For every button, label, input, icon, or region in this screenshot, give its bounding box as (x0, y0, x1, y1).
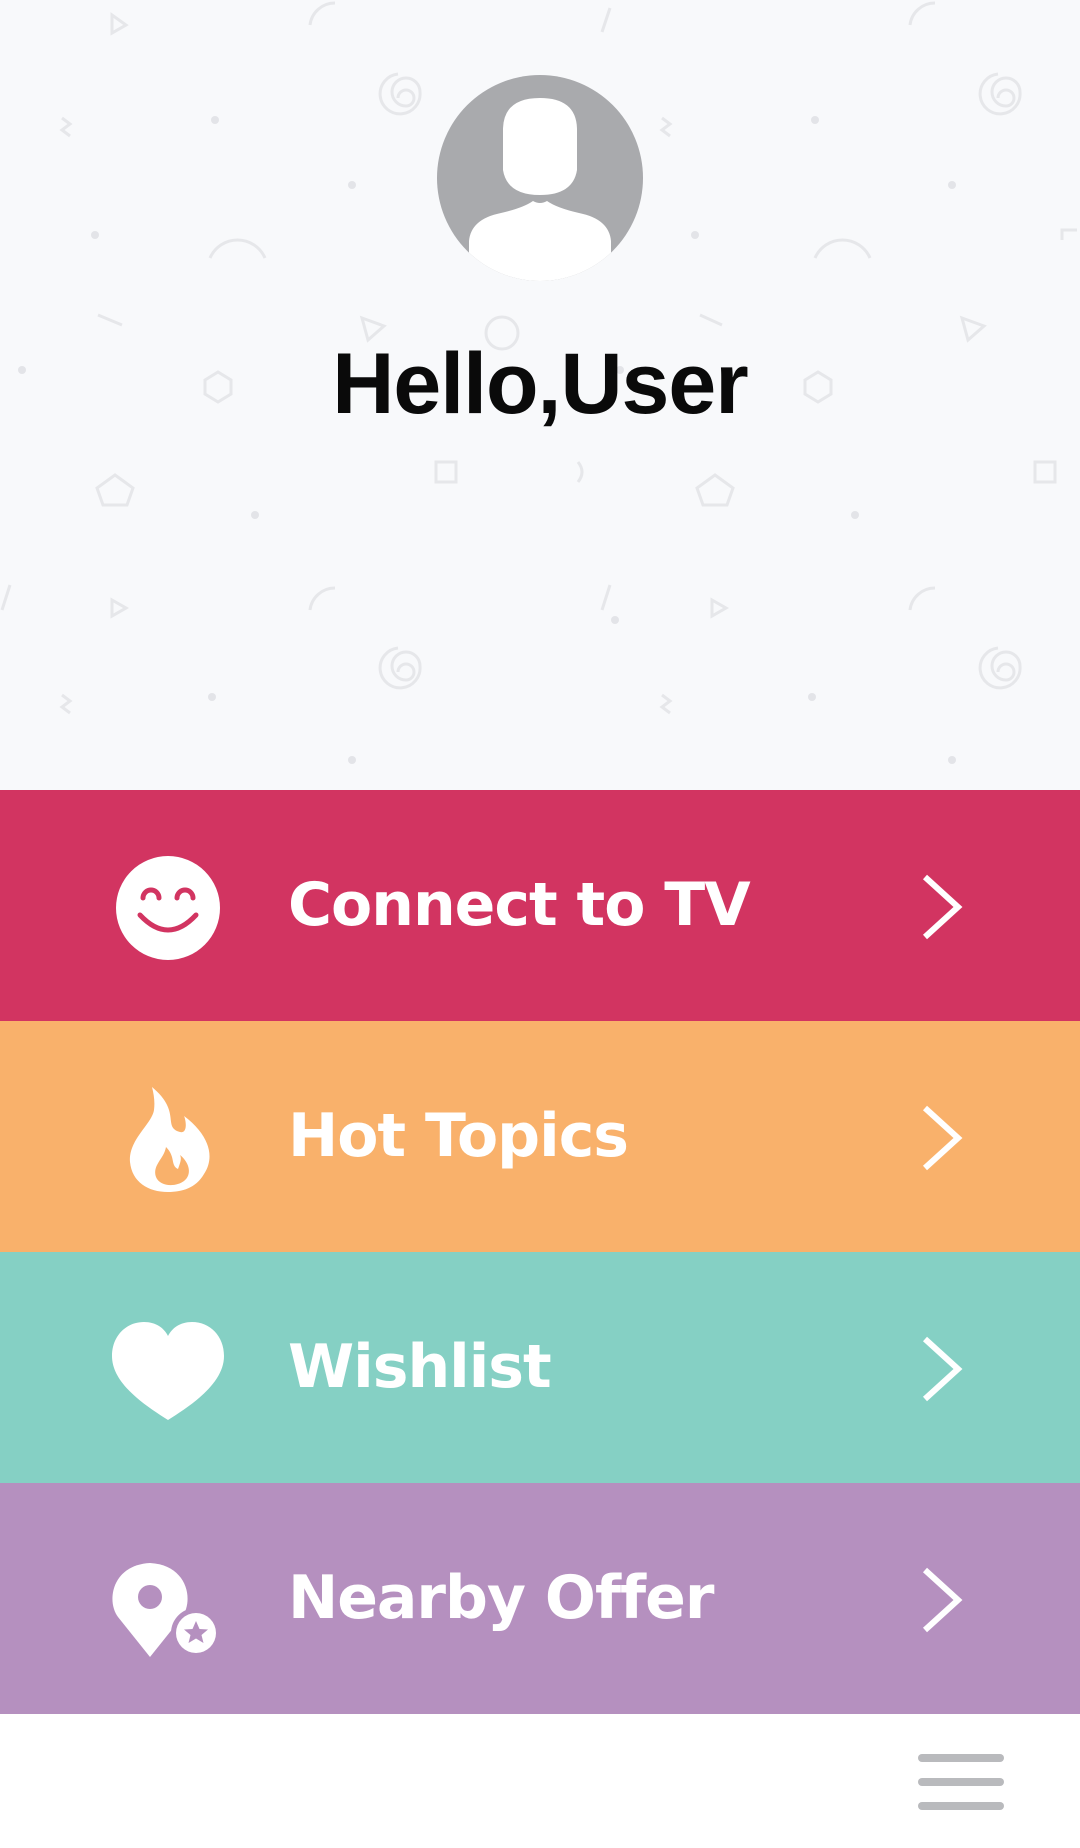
chevron-right-icon[interactable] (915, 872, 971, 942)
heart-icon (112, 1322, 224, 1420)
chevron-right-icon[interactable] (915, 1334, 971, 1404)
chevron-right-icon[interactable] (915, 1103, 971, 1173)
menu-label-wishlist: Wishlist (288, 1332, 552, 1402)
bottom-bar (0, 1714, 1080, 1848)
menu-item-nearby-offer[interactable]: Nearby Offer (0, 1483, 1080, 1714)
menu-label-nearby-offer: Nearby Offer (288, 1563, 714, 1633)
hamburger-line (918, 1802, 1004, 1810)
chevron-right-icon[interactable] (915, 1565, 971, 1635)
menu-label-connect-to-tv: Connect to TV (288, 870, 751, 940)
hamburger-line (918, 1778, 1004, 1786)
menu-item-hot-topics[interactable]: Hot Topics (0, 1021, 1080, 1252)
hamburger-line (918, 1754, 1004, 1762)
user-silhouette-icon (469, 98, 611, 281)
hamburger-menu-icon[interactable] (918, 1752, 1004, 1814)
menu-label-hot-topics: Hot Topics (288, 1101, 629, 1171)
avatar[interactable] (437, 75, 643, 281)
smiley-face-icon (116, 856, 220, 960)
menu-item-wishlist[interactable]: Wishlist (0, 1252, 1080, 1483)
menu-item-connect-to-tv[interactable]: Connect to TV (0, 790, 1080, 1021)
flame-icon (129, 1087, 210, 1192)
main-menu: Connect to TV Hot Topics Wishlist Nearby… (0, 790, 1080, 1714)
greeting-title: Hello,User (332, 336, 748, 432)
profile-header: Hello,User (0, 0, 1080, 790)
location-star-icon (112, 1563, 221, 1658)
